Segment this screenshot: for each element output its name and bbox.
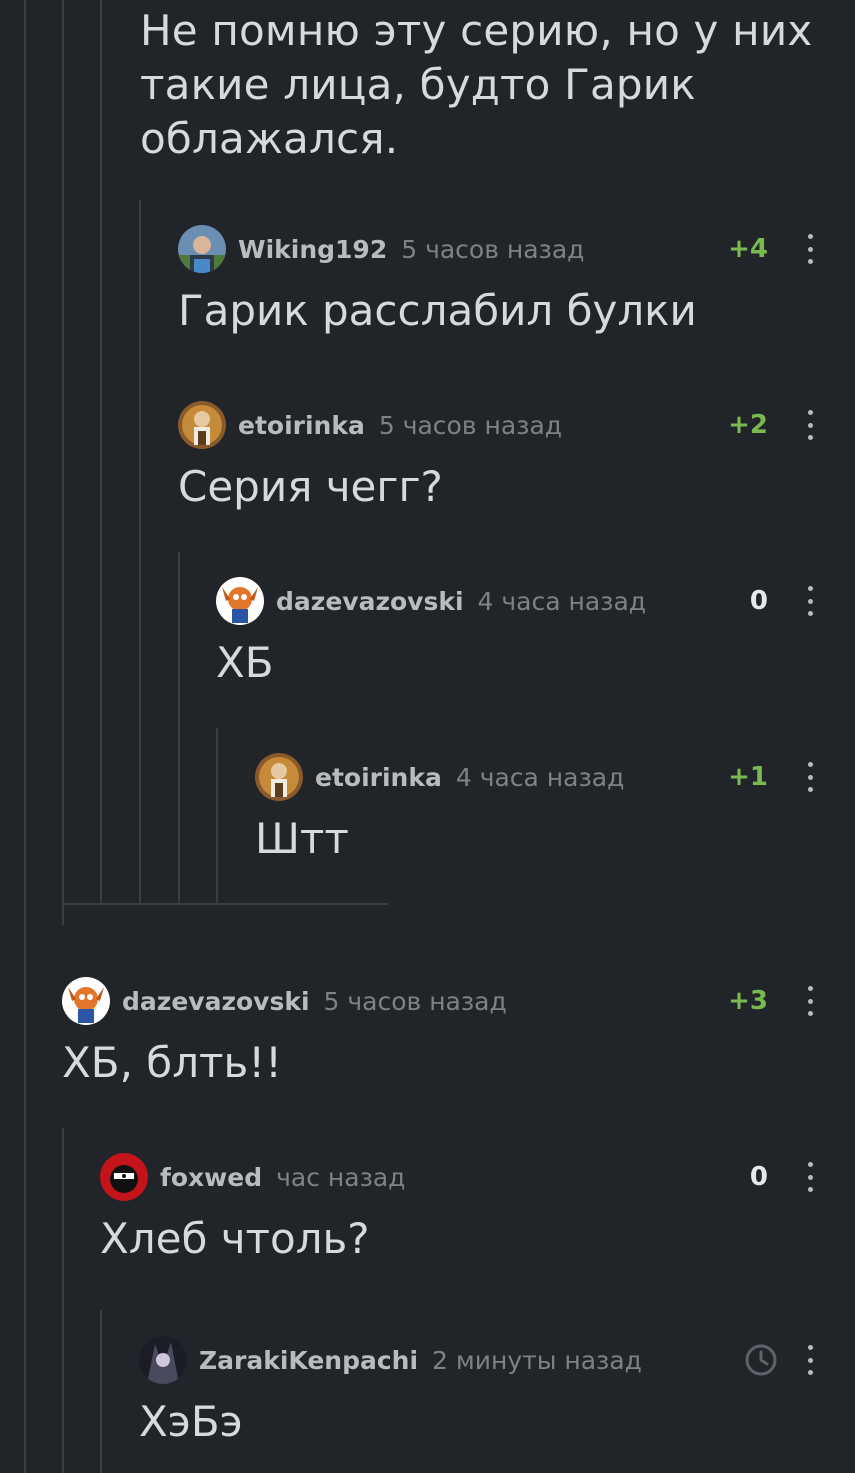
thread-line [100, 0, 102, 905]
more-options-icon[interactable] [800, 762, 820, 792]
clock-icon [744, 1343, 778, 1377]
username[interactable]: ZarakiKenpachi [199, 1346, 418, 1375]
etoirinka-avatar[interactable] [255, 753, 303, 801]
thread-line [24, 0, 26, 1473]
comment: foxwed час назад 0 Хлеб чтоль? [100, 1152, 820, 1272]
comment: dazevazovski 4 часа назад 0 ХБ [216, 576, 820, 696]
thread-line [216, 728, 218, 905]
more-options-icon[interactable] [800, 1345, 820, 1375]
timestamp[interactable]: 2 минуты назад [432, 1346, 642, 1375]
comment: Wiking192 5 часов назад +4 Гарик расслаб… [178, 224, 820, 344]
thread-collapse-line [62, 903, 388, 905]
comment-text: ХэБэ [139, 1397, 243, 1446]
dazevazovski-avatar[interactable] [62, 977, 110, 1025]
username[interactable]: dazevazovski [276, 587, 464, 616]
comment-text: Гарик расслабил булки [178, 286, 697, 335]
thread-line [62, 0, 64, 925]
more-options-icon[interactable] [800, 986, 820, 1016]
etoirinka-avatar[interactable] [178, 401, 226, 449]
rating: +1 [728, 762, 768, 792]
comment: etoirinka 4 часа назад +1 Штт [255, 752, 820, 872]
comment-header: Wiking192 5 часов назад [178, 224, 584, 274]
rating: 0 [749, 1162, 768, 1192]
more-options-icon[interactable] [800, 586, 820, 616]
foxwed-avatar[interactable] [100, 1153, 148, 1201]
wiking-avatar[interactable] [178, 225, 226, 273]
comment-text: ХБ, блть!! [62, 1038, 282, 1087]
rating: +3 [728, 986, 768, 1016]
username[interactable]: etoirinka [238, 411, 365, 440]
zaraki-avatar[interactable] [139, 1336, 187, 1384]
comment-header: dazevazovski 5 часов назад [62, 976, 507, 1026]
comment-header: dazevazovski 4 часа назад [216, 576, 646, 626]
comment-text: Хлеб чтоль? [100, 1214, 370, 1263]
rating: +2 [728, 410, 768, 440]
username[interactable]: foxwed [160, 1163, 262, 1192]
thread-line [62, 1128, 64, 1300]
thread-line [139, 200, 141, 905]
thread-line [62, 1295, 64, 1473]
comment-text: Штт [255, 814, 349, 863]
comment-text: Серия чегг? [178, 462, 443, 511]
timestamp[interactable]: час назад [276, 1163, 405, 1192]
comment: ZarakiKenpachi 2 минуты назад ХэБэ [139, 1335, 820, 1455]
more-options-icon[interactable] [800, 1162, 820, 1192]
timestamp[interactable]: 5 часов назад [324, 987, 507, 1016]
username[interactable]: dazevazovski [122, 987, 310, 1016]
rating: 0 [749, 586, 768, 616]
more-options-icon[interactable] [800, 410, 820, 440]
comment: dazevazovski 5 часов назад +3 ХБ, блть!! [62, 976, 820, 1096]
username[interactable]: etoirinka [315, 763, 442, 792]
rating: +4 [728, 234, 768, 264]
comment: etoirinka 5 часов назад +2 Серия чегг? [178, 400, 820, 520]
dazevazovski-avatar[interactable] [216, 577, 264, 625]
thread-line [178, 552, 180, 905]
timestamp[interactable]: 4 часа назад [456, 763, 625, 792]
comment-header: ZarakiKenpachi 2 минуты назад [139, 1335, 642, 1385]
thread-line [100, 1310, 102, 1473]
timestamp[interactable]: 4 часа назад [478, 587, 647, 616]
comment-header: etoirinka 4 часа назад [255, 752, 624, 802]
comment-header: foxwed час назад [100, 1152, 405, 1202]
comment-text: ХБ [216, 638, 274, 687]
username[interactable]: Wiking192 [238, 235, 387, 264]
more-options-icon[interactable] [800, 234, 820, 264]
timestamp[interactable]: 5 часов назад [379, 411, 562, 440]
comment-header: etoirinka 5 часов назад [178, 400, 562, 450]
parent-comment-text: Не помню эту серию, но у них такие лица,… [140, 6, 813, 163]
timestamp[interactable]: 5 часов назад [401, 235, 584, 264]
